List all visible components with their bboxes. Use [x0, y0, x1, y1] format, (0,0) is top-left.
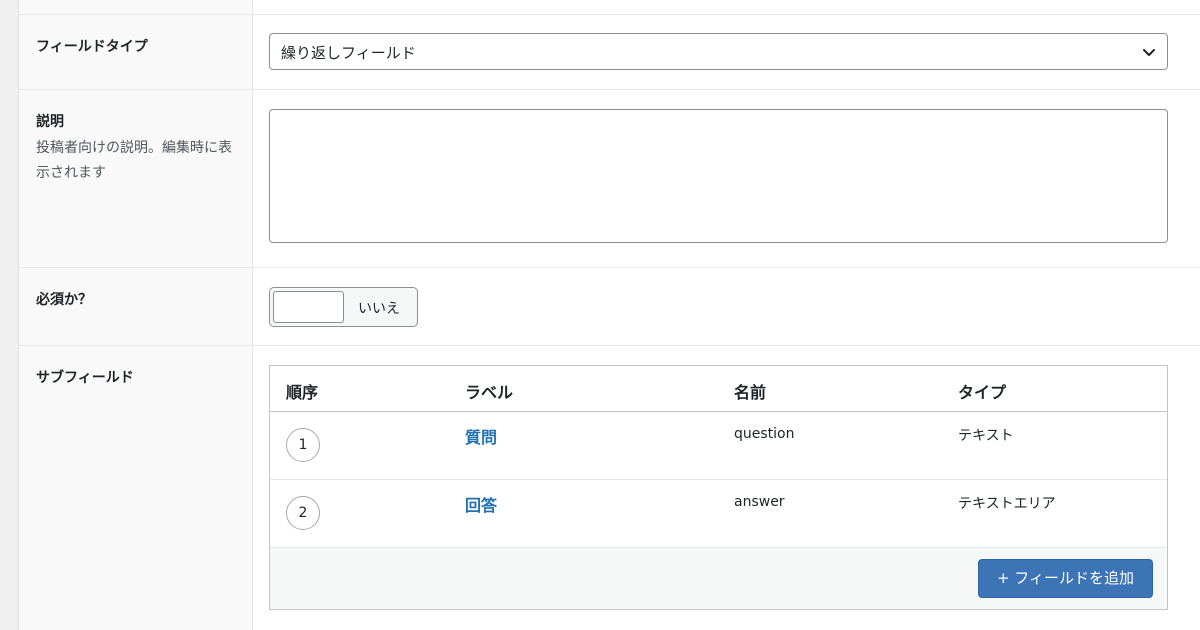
table-row[interactable]: 1 質問 question テキスト — [270, 412, 1167, 480]
column-header-type: タイプ — [958, 383, 1007, 402]
column-header-label: ラベル — [465, 383, 514, 402]
subfield-name: question — [734, 426, 795, 442]
subfield-type: テキストエリア — [958, 496, 1056, 512]
description-row: 説明 投稿者向けの説明。編集時に表示されます — [19, 90, 1200, 268]
subfield-type: テキスト — [958, 428, 1014, 444]
field-type-label: フィールドタイプ — [36, 39, 148, 55]
subfield-label-link[interactable]: 回答 — [465, 492, 497, 516]
required-label: 必須か？ — [36, 292, 92, 308]
add-field-button[interactable]: + フィールドを追加 — [978, 559, 1153, 598]
description-label: 説明 — [36, 114, 64, 130]
toggle-state-text: いいえ — [358, 301, 400, 317]
table-footer: + フィールドを追加 — [270, 548, 1167, 609]
field-type-selected-value: 繰り返しフィールド — [281, 44, 416, 62]
order-handle[interactable]: 1 — [286, 428, 320, 462]
table-row[interactable]: 2 回答 answer テキストエリア — [270, 480, 1167, 548]
subfield-label-link[interactable]: 質問 — [465, 424, 497, 448]
label-column: サブフィールド — [19, 346, 253, 630]
label-column — [19, 0, 253, 14]
field-type-select[interactable]: 繰り返しフィールド — [269, 33, 1168, 70]
description-help-text: 投稿者向けの説明。編集時に表示されます — [36, 140, 232, 181]
description-textarea[interactable] — [269, 109, 1168, 243]
field-settings-panel: フィールドタイプ 繰り返しフィールド 説明 投稿者向けの説明。編集時に表示されま… — [18, 0, 1200, 630]
column-header-name: 名前 — [734, 383, 767, 402]
label-column: 必須か？ — [19, 268, 253, 345]
required-toggle[interactable]: いいえ — [269, 287, 418, 327]
subfields-label: サブフィールド — [36, 370, 134, 386]
column-header-order: 順序 — [286, 383, 319, 402]
label-column: 説明 投稿者向けの説明。編集時に表示されます — [19, 90, 253, 267]
order-handle[interactable]: 2 — [286, 496, 320, 530]
field-type-row: フィールドタイプ 繰り返しフィールド — [19, 15, 1200, 90]
subfields-row: サブフィールド 順序 ラベル 名前 タイプ 1 質問 question テキスト… — [19, 346, 1200, 630]
subfields-table: 順序 ラベル 名前 タイプ 1 質問 question テキスト 2 回答 an… — [269, 365, 1168, 610]
label-column: フィールドタイプ — [19, 15, 253, 89]
toggle-knob[interactable] — [273, 291, 344, 323]
previous-setting-row — [19, 0, 1200, 15]
required-row: 必須か？ いいえ — [19, 268, 1200, 346]
table-header: 順序 ラベル 名前 タイプ — [270, 366, 1167, 412]
subfield-name: answer — [734, 494, 785, 510]
chevron-down-icon — [1143, 49, 1155, 56]
